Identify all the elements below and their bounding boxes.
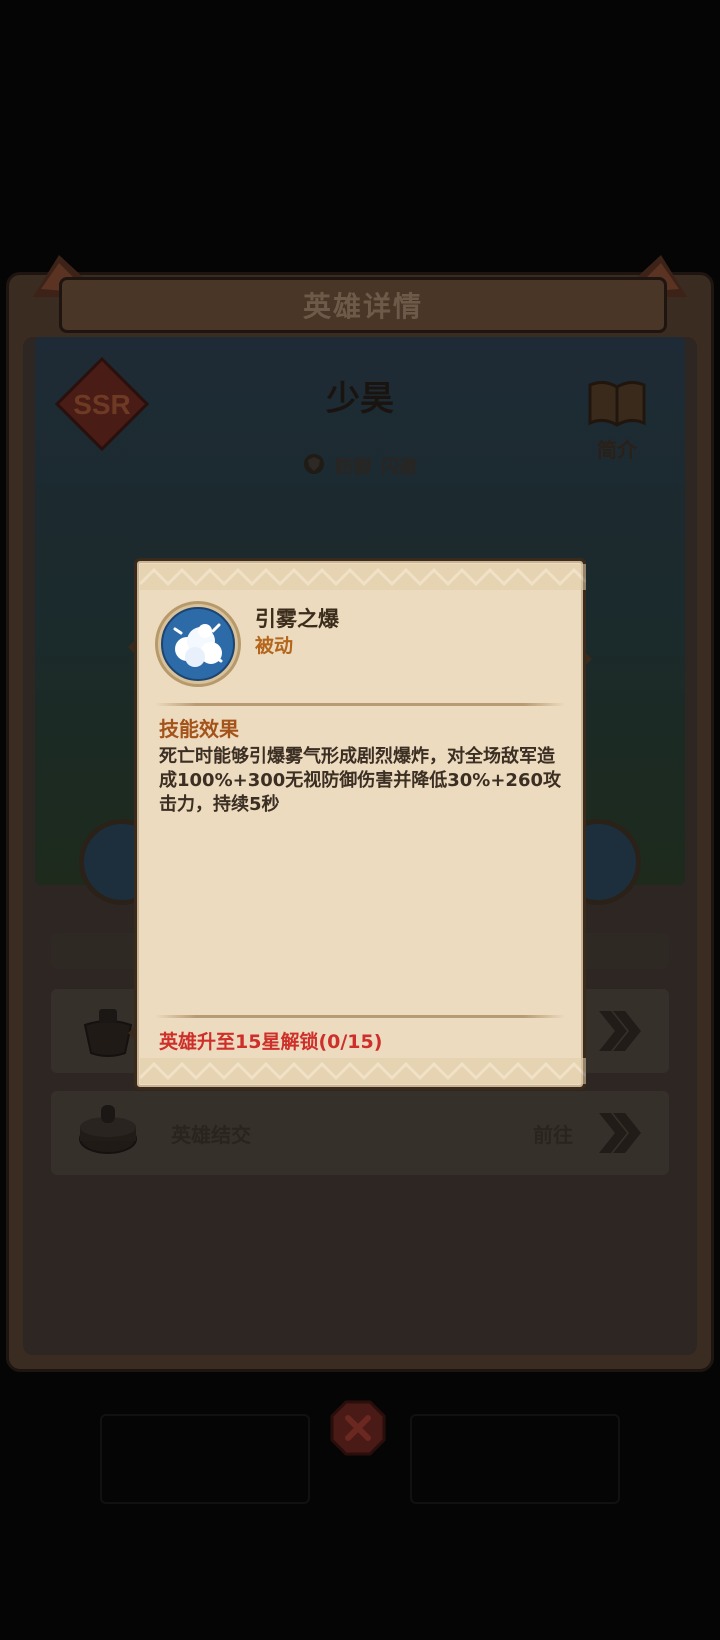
close-icon[interactable] xyxy=(330,1400,386,1456)
skill-detail-popup[interactable]: 引雾之爆 被动 技能效果 死亡时能够引爆雾气形成剧烈爆炸，对全场敌军造成100%… xyxy=(128,558,592,1090)
skill-name: 引雾之爆 xyxy=(255,607,339,631)
hero-row-befriend[interactable]: 英雄结交 前往 xyxy=(51,1091,669,1175)
shield-icon xyxy=(304,454,324,474)
popup-pattern-band xyxy=(140,564,586,590)
unlock-condition: 英雄升至15星解锁(0/15) xyxy=(159,1031,383,1053)
hero-tag-defense: 防御 xyxy=(335,457,371,478)
popup-notch-left xyxy=(128,1025,136,1041)
intro-button[interactable]: 简介 xyxy=(577,377,657,463)
skill-icon-frame xyxy=(155,601,241,687)
drum-icon xyxy=(79,1105,137,1154)
book-icon xyxy=(588,380,646,427)
effect-title: 技能效果 xyxy=(159,717,239,741)
double-chevron-right-icon xyxy=(599,1113,641,1153)
cloud-explosion-icon xyxy=(161,607,235,681)
intro-label: 简介 xyxy=(597,438,637,462)
panel-title: 英雄详情 xyxy=(302,290,423,323)
popup-notch-left xyxy=(128,639,136,655)
popup-divider-top xyxy=(155,703,565,706)
popup-notch-right xyxy=(584,651,592,667)
befriend-label: 英雄结交 xyxy=(171,1123,251,1147)
skill-type: 被动 xyxy=(255,635,294,657)
befriend-goto-label: 前往 xyxy=(533,1123,573,1147)
panel-title-bar: 英雄详情 xyxy=(59,277,667,333)
background-button-right xyxy=(410,1414,620,1504)
background-button-left xyxy=(100,1414,310,1504)
double-chevron-right-icon xyxy=(599,1011,641,1051)
popup-divider-bottom xyxy=(155,1015,565,1018)
hero-tag-dodge: 闪避 xyxy=(381,457,417,478)
effect-description: 死亡时能够引爆雾气形成剧烈爆炸，对全场敌军造成100%+300无视防御伤害并降低… xyxy=(159,746,562,815)
popup-pattern-band xyxy=(140,1058,586,1084)
